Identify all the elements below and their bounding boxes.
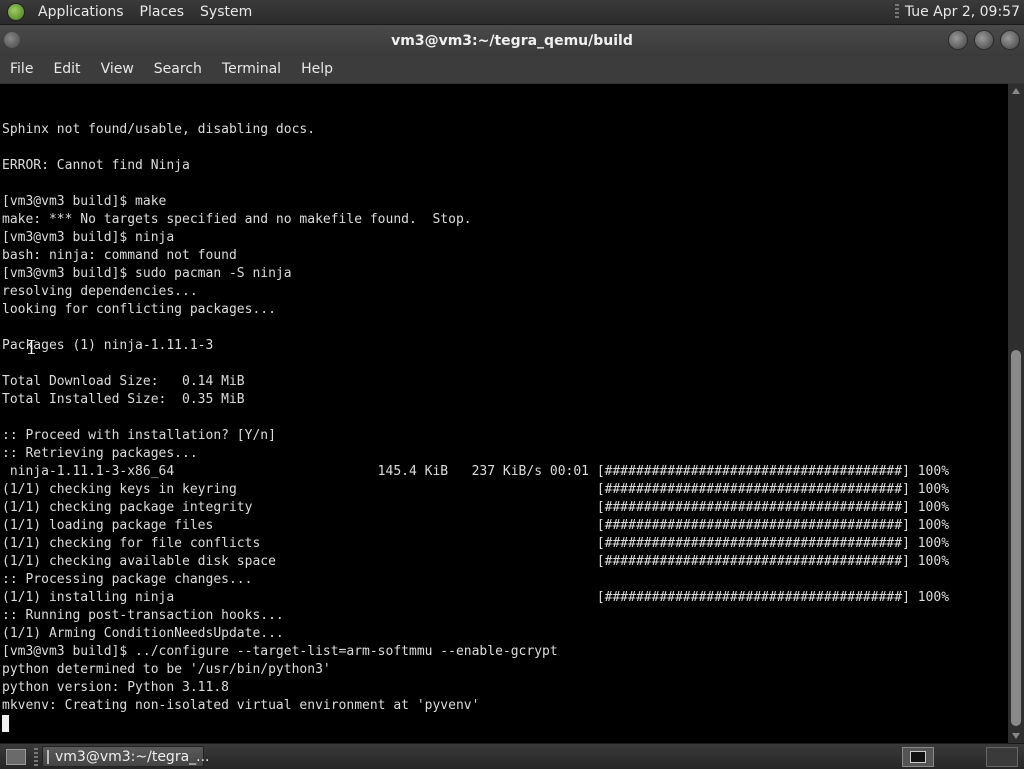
terminal-icon [47, 749, 49, 764]
menu-terminal[interactable]: Terminal [212, 56, 291, 83]
terminal-line: (1/1) checking available disk space [###… [2, 554, 950, 569]
window-titlebar[interactable]: vm3@vm3:~/tegra_qemu/build [0, 25, 1024, 56]
terminal-window: vm3@vm3:~/tegra_qemu/build File Edit Vie… [0, 25, 1024, 743]
terminal-line: [vm3@vm3 build]$ make [2, 194, 167, 209]
scroll-up-icon[interactable] [1012, 88, 1020, 94]
terminal-line: bash: ninja: command not found [2, 248, 237, 263]
menu-help[interactable]: Help [291, 56, 343, 83]
terminal-line: python determined to be '/usr/bin/python… [2, 662, 331, 677]
show-desktop-icon[interactable] [6, 748, 26, 765]
terminal-line: mkvenv: Creating non-isolated virtual en… [2, 698, 480, 713]
terminal-line: python version: Python 3.11.8 [2, 680, 229, 695]
bottom-panel: vm3@vm3:~/tegra_... [0, 743, 1024, 769]
window-menu-icon[interactable] [4, 32, 20, 48]
terminal-output[interactable]: mkvenv: Creating non-isolated virtual en… [0, 84, 1008, 743]
scroll-down-icon[interactable] [1012, 733, 1020, 739]
top-panel: Applications Places System Tue Apr 2, 09… [0, 0, 1024, 25]
window-menubar: File Edit View Search Terminal Help [0, 56, 1024, 83]
workspace-1-button[interactable] [902, 746, 934, 767]
terminal-line: :: Running post-transaction hooks... [2, 608, 284, 623]
minimize-button[interactable] [949, 31, 967, 49]
menu-applications[interactable]: Applications [30, 0, 132, 24]
distro-logo-icon[interactable] [8, 4, 24, 20]
close-button[interactable] [1001, 31, 1019, 49]
terminal-line: make: *** No targets specified and no ma… [2, 212, 472, 227]
terminal-line: resolving dependencies... [2, 284, 198, 299]
terminal-line: [vm3@vm3 build]$ ../configure --target-l… [2, 644, 558, 659]
terminal-line: (1/1) installing ninja [################… [2, 590, 950, 605]
terminal-cursor [2, 715, 9, 732]
terminal-line: Total Download Size: 0.14 MiB [2, 374, 245, 389]
taskbar-terminal-button[interactable]: vm3@vm3:~/tegra_... [42, 746, 210, 767]
terminal-line: looking for conflicting packages... [2, 302, 276, 317]
window-title: vm3@vm3:~/tegra_qemu/build [391, 32, 633, 49]
terminal-line: (1/1) loading package files [###########… [2, 518, 950, 533]
terminal-line: [vm3@vm3 build]$ sudo pacman -S ninja [2, 266, 292, 281]
terminal-line: (1/1) Arming ConditionNeedsUpdate... [2, 626, 284, 641]
terminal-line: Total Installed Size: 0.35 MiB [2, 392, 245, 407]
terminal-line: :: Processing package changes... [2, 572, 253, 587]
taskbar-handle-icon[interactable] [34, 747, 38, 766]
terminal-line: :: Proceed with installation? [Y/n] [2, 428, 276, 443]
terminal-line: [vm3@vm3 build]$ ninja [2, 230, 175, 245]
maximize-button[interactable] [975, 31, 993, 49]
terminal-line: (1/1) checking for file conflicts [#####… [2, 536, 950, 551]
menu-system[interactable]: System [192, 0, 260, 24]
scrollbar-thumb[interactable] [1011, 350, 1021, 726]
workspace-2-button[interactable] [986, 746, 1018, 767]
terminal-line: ERROR: Cannot find Ninja [2, 158, 190, 173]
terminal-line: ninja-1.11.1-3-x86_64 145.4 KiB 237 KiB/… [2, 464, 950, 479]
menu-file[interactable]: File [0, 56, 43, 83]
terminal-line: (1/1) checking package integrity [######… [2, 500, 950, 515]
terminal-scrollbar[interactable] [1008, 84, 1024, 743]
taskbar-terminal-label: vm3@vm3:~/tegra_... [55, 748, 210, 765]
workspace-window-icon [910, 750, 926, 763]
terminal-line: Sphinx not found/usable, disabling docs. [2, 122, 316, 137]
clock[interactable]: Tue Apr 2, 09:57 [905, 4, 1024, 20]
menu-places[interactable]: Places [132, 0, 193, 24]
terminal-line: :: Retrieving packages... [2, 446, 198, 461]
panel-handle-icon[interactable] [894, 4, 899, 20]
menu-search[interactable]: Search [144, 56, 212, 83]
menu-edit[interactable]: Edit [43, 56, 90, 83]
menu-view[interactable]: View [91, 56, 144, 83]
terminal-line: (1/1) checking keys in keyring [########… [2, 482, 950, 497]
ibeam-cursor-icon [28, 340, 35, 354]
